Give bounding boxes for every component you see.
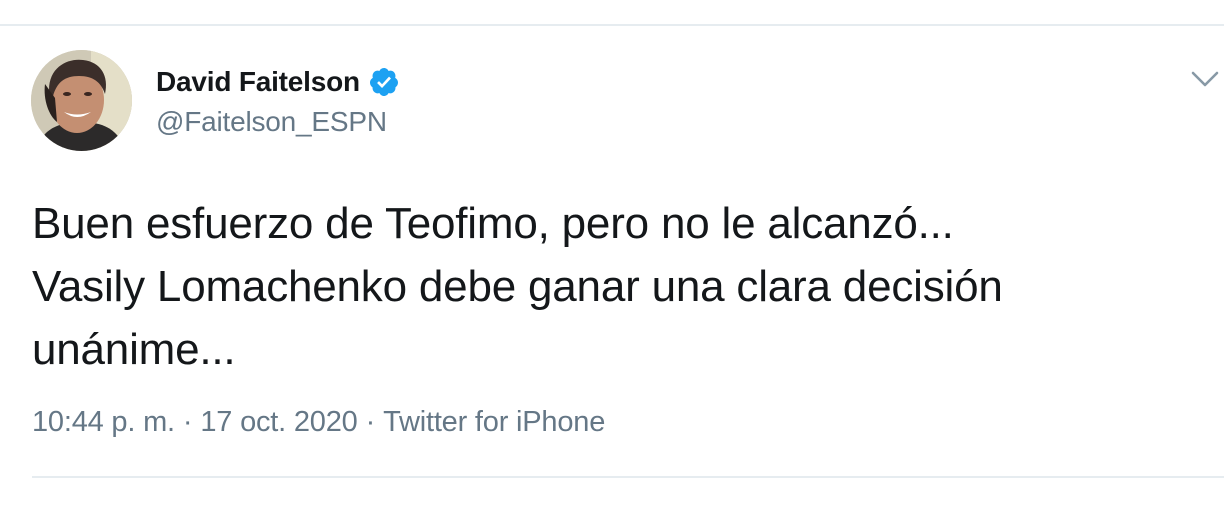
tweet-text-line: unánime...	[32, 325, 236, 374]
meta-separator: ·	[182, 406, 193, 438]
avatar[interactable]	[31, 50, 132, 151]
name-row: David Faitelson	[156, 64, 400, 100]
top-divider	[0, 0, 1224, 26]
tweet-source[interactable]: Twitter for iPhone	[383, 406, 605, 439]
tweet-time[interactable]: 10:44 p. m.	[32, 406, 175, 439]
tweet-text-line: Vasily Lomachenko debe ganar una clara d…	[32, 262, 1003, 311]
chevron-down-icon[interactable]	[1188, 66, 1222, 92]
tweet-date[interactable]: 17 oct. 2020	[200, 406, 357, 439]
tweet-text: Buen esfuerzo de Teofimo, pero no le alc…	[32, 192, 1202, 381]
meta-separator: ·	[365, 406, 376, 438]
tweet-author: David Faitelson @Faitelson_ESPN	[156, 64, 400, 138]
author-display-name[interactable]: David Faitelson	[156, 66, 360, 98]
tweet-text-line: Buen esfuerzo de Teofimo, pero no le alc…	[32, 199, 954, 248]
verified-badge-icon	[368, 66, 400, 98]
tweet-metadata: 10:44 p. m. · 17 oct. 2020 · Twitter for…	[32, 406, 605, 439]
bottom-divider	[32, 476, 1224, 478]
author-handle[interactable]: @Faitelson_ESPN	[156, 106, 400, 138]
avatar-photo	[31, 50, 132, 151]
